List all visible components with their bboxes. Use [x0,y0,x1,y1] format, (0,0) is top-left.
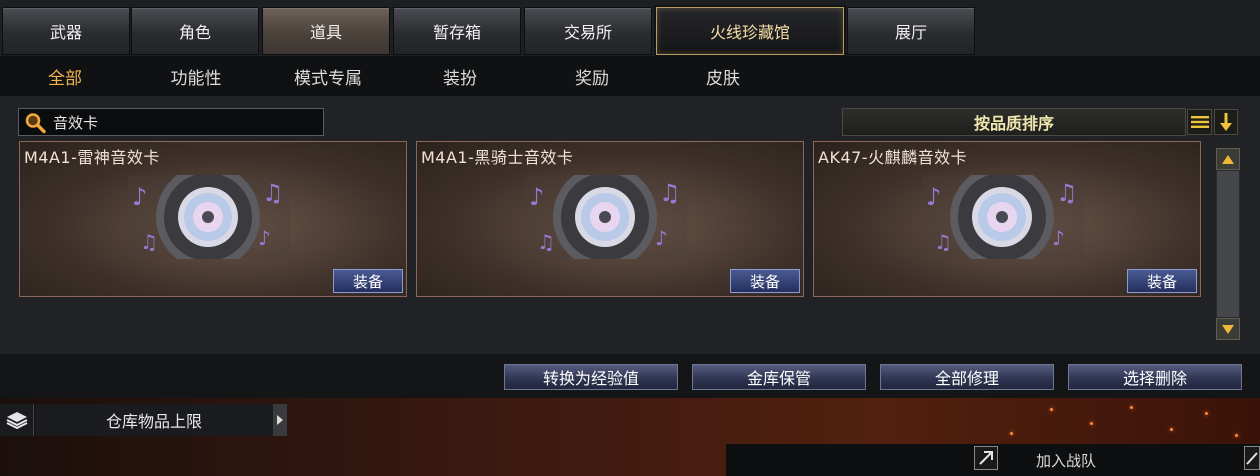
equip-button[interactable]: 装备 [730,269,800,293]
expand-arrow-icon [979,451,993,465]
svg-text:♫: ♫ [659,179,681,207]
scrollbar-thumb[interactable] [1217,171,1239,317]
svg-text:♪: ♪ [926,183,941,211]
chevron-right-icon [277,415,283,425]
expand-button[interactable] [1244,446,1260,470]
item-card-title: AK47-火麒麟音效卡 [818,148,968,167]
search-box[interactable] [18,108,324,136]
repair-all-button[interactable]: 全部修理 [880,364,1054,390]
equip-button[interactable]: 装备 [333,269,403,293]
subtab-rewards[interactable]: 奖励 [537,56,647,96]
sound-card-disc-icon: ♪ ♫ ♫ ♪ [128,175,290,259]
top-tab-bar: 武器 角色 道具 暂存箱 交易所 火线珍藏馆 展厅 [0,0,1260,56]
svg-text:♪: ♪ [529,183,544,211]
storage-expand-button[interactable] [273,404,287,436]
sound-card-disc-icon: ♪ ♫ ♫ ♪ [525,175,687,259]
triangle-up-icon [1222,154,1234,164]
svg-text:♫: ♫ [1056,179,1078,207]
tab-items[interactable]: 道具 [262,7,390,55]
join-team-link[interactable]: 加入战队 [1036,450,1096,471]
footer: 仓库物品上限 加入战队 [0,398,1260,476]
spark-decoration [1235,434,1238,437]
subtab-functional[interactable]: 功能性 [141,56,251,96]
spark-decoration [1090,422,1093,425]
scroll-down-button[interactable] [1216,318,1240,340]
expand-button[interactable] [974,446,998,470]
expand-arrow-icon [1246,452,1258,465]
svg-text:♫: ♫ [537,230,555,254]
item-card-title: M4A1-黑骑士音效卡 [421,148,574,167]
search-input[interactable] [53,109,321,135]
storage-limit-label: 仓库物品上限 [35,404,273,436]
subtab-dress-up[interactable]: 装扮 [405,56,515,96]
tab-character[interactable]: 角色 [131,7,259,55]
sub-tab-bar: 全部 功能性 模式专属 装扮 奖励 皮肤 [0,56,1260,96]
scroll-up-button[interactable] [1216,148,1240,170]
spark-decoration [1050,408,1053,411]
menu-icon [1190,116,1209,128]
tab-weapons[interactable]: 武器 [2,7,130,55]
sort-dropdown[interactable]: 按品质排序 [842,108,1186,136]
item-card-title: M4A1-雷神音效卡 [24,148,160,167]
storage-layers-button[interactable] [0,404,34,436]
tab-exchange[interactable]: 交易所 [524,7,652,55]
triangle-down-icon [1222,324,1234,334]
spark-decoration [1170,428,1173,431]
item-card-m4a1-thor[interactable]: M4A1-雷神音效卡 ♪ ♫ ♫ ♪ 装备 [19,141,407,297]
search-icon [25,113,46,134]
spark-decoration [1130,406,1133,409]
svg-text:♪: ♪ [132,183,147,211]
subtab-all[interactable]: 全部 [10,56,120,96]
layers-icon [6,412,27,429]
svg-text:♫: ♫ [262,179,284,207]
item-card-m4a1-black-knight[interactable]: M4A1-黑骑士音效卡 ♪ ♫ ♫ ♪ 装备 [416,141,804,297]
svg-text:♫: ♫ [934,230,952,254]
subtab-skins[interactable]: 皮肤 [668,56,778,96]
arrow-down-icon [1220,113,1232,131]
svg-text:♪: ♪ [258,226,271,250]
sort-direction-button[interactable] [1214,109,1238,135]
sound-card-disc-icon: ♪ ♫ ♫ ♪ [922,175,1084,259]
svg-text:♪: ♪ [1052,226,1065,250]
convert-to-xp-button[interactable]: 转换为经验值 [504,364,678,390]
inventory-panel: 按品质排序 M4A1-雷神音效卡 ♪ ♫ ♫ ♪ 装备 [0,96,1260,354]
tab-storage-box[interactable]: 暂存箱 [393,7,521,55]
join-team-bar: 加入战队 [726,444,1260,476]
svg-text:♫: ♫ [140,230,158,254]
spark-decoration [1010,432,1013,435]
tab-showroom[interactable]: 展厅 [847,7,975,55]
subtab-mode-exclusive[interactable]: 模式专属 [273,56,383,96]
item-card-ak47-qilin[interactable]: AK47-火麒麟音效卡 ♪ ♫ ♫ ♪ 装备 [813,141,1201,297]
sort-menu-button[interactable] [1187,109,1212,135]
vault-storage-button[interactable]: 金库保管 [692,364,866,390]
select-delete-button[interactable]: 选择删除 [1068,364,1242,390]
spark-decoration [1205,412,1208,415]
svg-text:♪: ♪ [655,226,668,250]
tab-collection[interactable]: 火线珍藏馆 [656,7,844,55]
action-bar: 转换为经验值 金库保管 全部修理 选择删除 [0,354,1260,398]
equip-button[interactable]: 装备 [1127,269,1197,293]
